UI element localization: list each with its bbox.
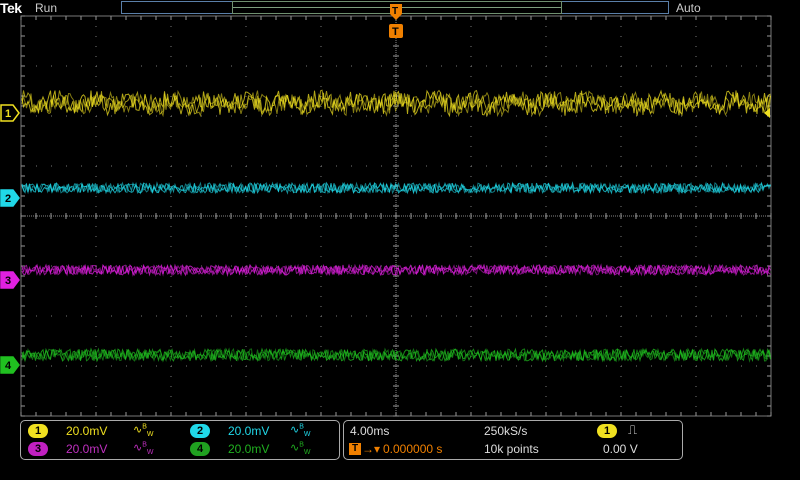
trigger-level: 0.00 V [603, 442, 638, 456]
trigger-position-marker-label: T [392, 6, 398, 17]
bandwidth-limit-icon: ∿BW [290, 423, 311, 439]
ch4-badge[interactable]: 4 [190, 442, 210, 456]
waveform-display[interactable]: 1 2 3 4 TT [0, 0, 800, 418]
horizontal-scale: 4.00ms [350, 424, 390, 438]
status-panel: 1 20.0mV ∿BW 2 20.0mV ∿BW 3 20.0mV ∿BW 4… [0, 418, 800, 480]
ch2-badge[interactable]: 2 [190, 424, 210, 438]
trigger-delay-arrow-icon: →▾ [362, 442, 381, 456]
bandwidth-limit-icon: ∿BW [133, 441, 154, 457]
bandwidth-limit-icon: ∿BW [290, 441, 311, 457]
ch1-badge[interactable]: 1 [28, 424, 48, 438]
channel-2-marker-label: 2 [5, 193, 11, 205]
ch4-scale: 20.0mV [228, 442, 270, 456]
ch1-scale: 20.0mV [66, 424, 108, 438]
ch3-scale: 20.0mV [66, 442, 108, 456]
trigger-source-badge[interactable]: 1 [597, 424, 617, 438]
ch2-waveform [21, 181, 771, 195]
trigger-point-marker-label: T [392, 26, 399, 38]
rising-edge-icon: ⎍ [628, 422, 638, 437]
ch3-badge[interactable]: 3 [28, 442, 48, 456]
sample-rate: 250kS/s [484, 424, 528, 438]
ch2-scale: 20.0mV [228, 424, 270, 438]
horizontal-delay: 0.000000 s [383, 442, 443, 456]
trigger-position-icon: T [349, 443, 361, 455]
record-length: 10k points [484, 442, 539, 456]
bandwidth-limit-icon: ∿BW [133, 423, 154, 439]
channel-1-marker-label: 1 [5, 108, 11, 120]
channel-4-marker-label: 4 [5, 360, 12, 372]
channel-3-marker-label: 3 [5, 275, 11, 287]
